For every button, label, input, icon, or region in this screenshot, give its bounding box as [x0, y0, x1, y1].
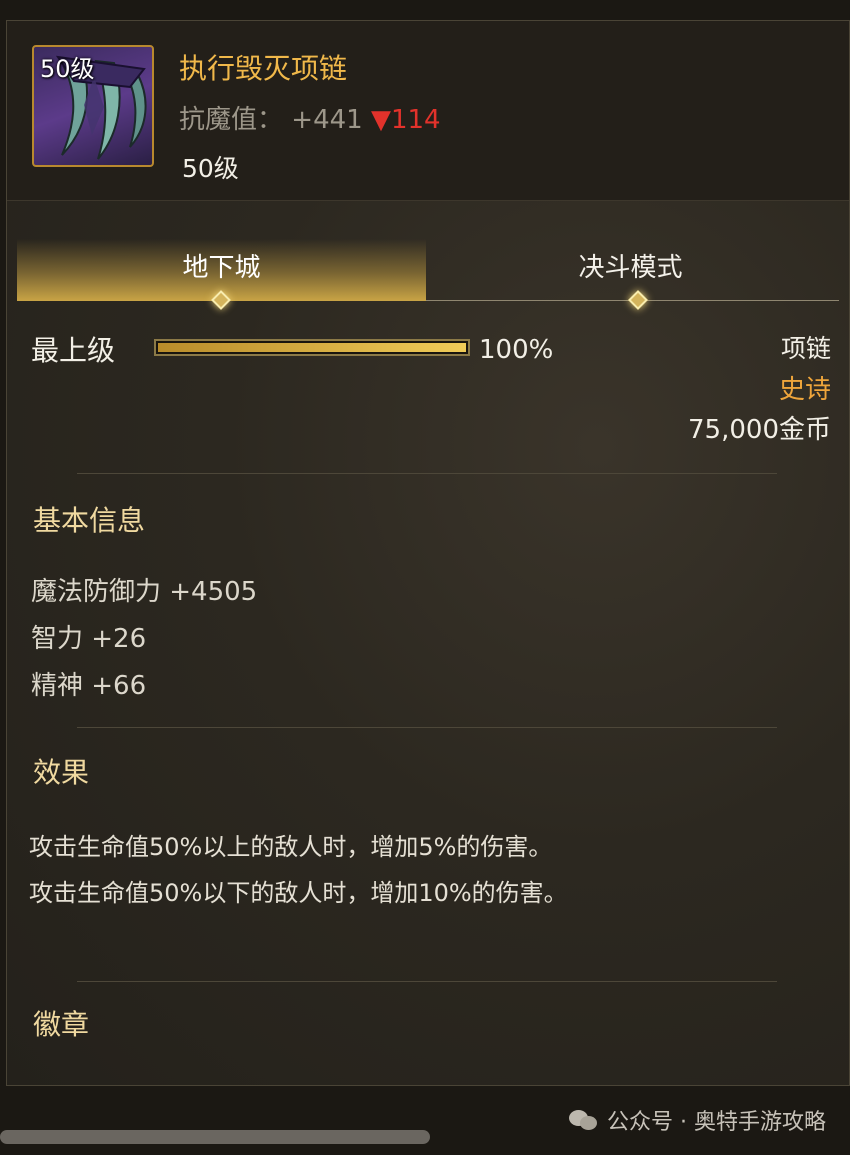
claw-necklace-icon[interactable]: 50级: [32, 45, 154, 167]
grade-progress-bar: [154, 339, 470, 356]
grade-percent: 100%: [479, 335, 554, 365]
divider: [77, 473, 777, 474]
effect-line: 攻击生命值50%以下的敌人时，增加10%的伤害。: [29, 879, 568, 907]
item-header: 50级 执行毁灭项链 抗魔值： +441 ▼114 50级: [7, 21, 849, 201]
effect-line: 攻击生命值50%以上的敌人时，增加5%的伤害。: [29, 833, 553, 861]
watermark: 公众号 · 奥特手游攻略: [569, 1104, 826, 1136]
attribute-intelligence: 智力 +26: [31, 624, 147, 654]
item-price: 75,000金币: [688, 415, 831, 445]
grade-progress-fill: [158, 343, 466, 352]
basic-info-title: 基本信息: [33, 504, 146, 537]
attribute-magic-defense: 魔法防御力 +4505: [31, 577, 258, 607]
stat-value: +441: [291, 105, 363, 135]
wechat-icon: [569, 1108, 599, 1132]
stat-change-down: ▼114: [370, 105, 441, 135]
item-name: 执行毁灭项链: [179, 52, 348, 85]
item-rarity: 史诗: [778, 375, 831, 405]
item-type: 项链: [780, 334, 831, 363]
divider: [77, 727, 777, 728]
tab-duel-mode[interactable]: 决斗模式: [426, 239, 835, 301]
mode-tabs: 地下城 决斗模式: [17, 239, 839, 310]
watermark-text: 公众号 · 奥特手游攻略: [607, 1110, 826, 1135]
badge-title: 徽章: [33, 1008, 90, 1041]
item-tooltip-panel: 50级 执行毁灭项链 抗魔值： +441 ▼114 50级 地下城 决斗模式 最…: [6, 20, 850, 1086]
horizontal-scrollbar[interactable]: [0, 1130, 430, 1144]
item-level-tag: 50级: [40, 55, 95, 83]
grade-label: 最上级: [31, 334, 116, 367]
effects-title: 效果: [33, 756, 90, 789]
item-main-stat: 抗魔值： +441 ▼114: [179, 99, 441, 136]
divider: [77, 981, 777, 982]
stat-label: 抗魔值：: [179, 105, 284, 135]
item-level: 50级: [182, 154, 239, 183]
attribute-spirit: 精神 +66: [31, 671, 147, 701]
